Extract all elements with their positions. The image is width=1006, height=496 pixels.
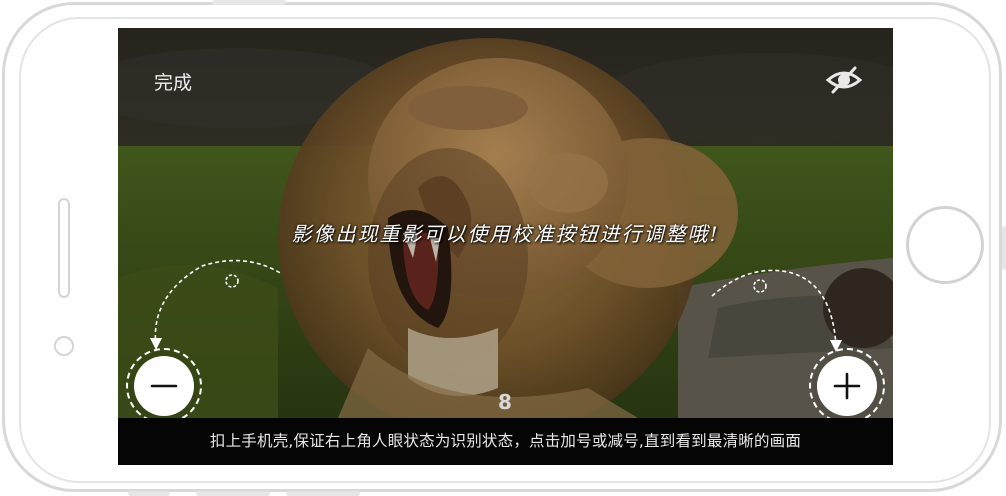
volume-button bbox=[286, 491, 360, 496]
rotate-arrow-left-icon bbox=[150, 259, 283, 350]
eye-off-icon[interactable] bbox=[824, 64, 864, 96]
volume-button bbox=[212, 0, 286, 5]
volume-button bbox=[128, 491, 170, 496]
calibration-hint: 影像出现重影可以使用校准按钮进行调整哦! bbox=[291, 222, 720, 246]
power-button bbox=[1002, 226, 1006, 270]
plus-icon bbox=[833, 372, 861, 400]
screen: 完成 影像出现重影可以使用校准按钮进行调整哦! 8 扣上手机壳,保证右上角人眼状… bbox=[118, 28, 893, 465]
rotate-arrow-right-icon bbox=[711, 269, 842, 352]
volume-button bbox=[196, 491, 270, 496]
instruction-bar: 扣上手机壳,保证右上角人眼状态为识别状态，点击加号或减号,直到看到最清晰的画面 bbox=[118, 418, 893, 465]
camera-lens bbox=[54, 336, 74, 356]
speaker-grille bbox=[58, 198, 70, 298]
calibration-value: 8 bbox=[498, 390, 512, 414]
minus-button[interactable] bbox=[134, 356, 194, 416]
instruction-text: 扣上手机壳,保证右上角人眼状态为识别状态，点击加号或减号,直到看到最清晰的画面 bbox=[209, 432, 802, 450]
plus-button[interactable] bbox=[817, 356, 877, 416]
done-button[interactable]: 完成 bbox=[154, 68, 192, 95]
home-button[interactable] bbox=[906, 206, 984, 284]
minus-icon bbox=[150, 384, 178, 388]
